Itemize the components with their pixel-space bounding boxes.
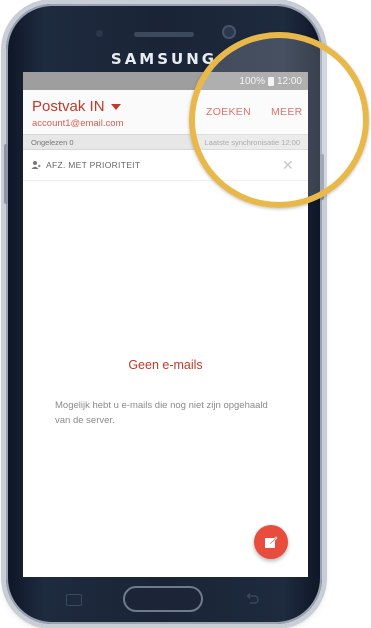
mailbox-selector[interactable]: Postvak IN — [32, 98, 121, 115]
caret-down-icon — [110, 103, 121, 110]
magnifier-highlight — [189, 32, 369, 208]
recent-apps-button[interactable] — [66, 594, 82, 606]
person-icon — [31, 161, 41, 169]
empty-state-title: Geen e-mails — [128, 358, 203, 372]
empty-state-description: Mogelijk hebt u e-mails die nog niet zij… — [55, 400, 268, 426]
mailbox-title: Postvak IN — [32, 98, 105, 115]
unread-count: Ongelezen 0 — [31, 137, 74, 147]
priority-label: AFZ. MET PRIORITEIT — [46, 160, 141, 170]
home-button[interactable] — [123, 586, 203, 612]
compose-icon — [265, 536, 278, 548]
volume-button — [4, 144, 8, 204]
front-camera — [224, 27, 234, 37]
back-icon[interactable] — [246, 592, 260, 604]
account-email: account1@email.com — [32, 118, 124, 129]
earpiece-speaker — [134, 32, 194, 37]
proximity-sensor — [96, 30, 103, 37]
compose-button[interactable] — [254, 525, 288, 559]
